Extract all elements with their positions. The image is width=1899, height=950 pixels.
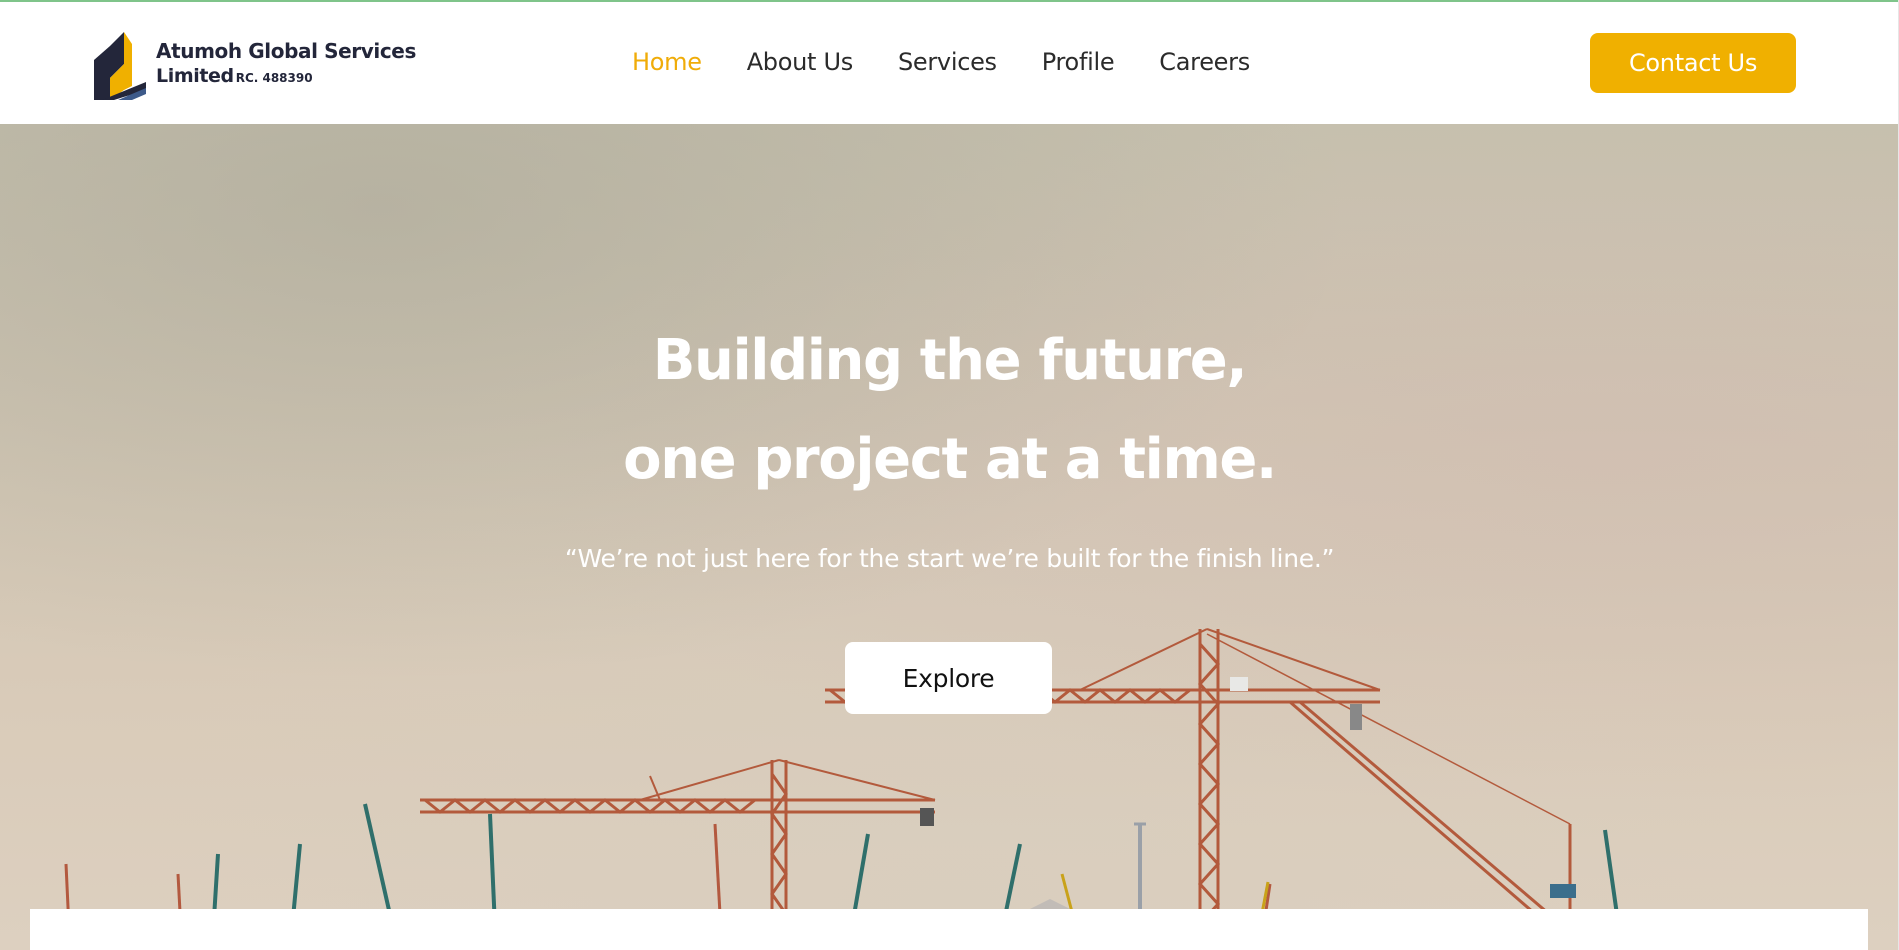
hero-quote: “We’re not just here for the start we’re… [564,544,1335,573]
nav-home[interactable]: Home [632,46,702,78]
nav-about-us[interactable]: About Us [747,46,854,78]
hero-heading-line1: Building the future, [652,328,1248,393]
brand-logo[interactable]: Atumoh Global Services Limited RC. 488390 [88,28,416,100]
building-logo-icon [94,32,146,100]
site-header: Atumoh Global Services Limited RC. 488390… [0,2,1899,124]
hero-section: Building the future, one project at a ti… [0,124,1899,950]
content-card [30,909,1868,950]
construction-cranes-image [64,628,1624,950]
rc-number: RC. 488390 [235,71,313,85]
nav-profile[interactable]: Profile [1042,46,1115,78]
nav-services[interactable]: Services [898,46,997,78]
contact-us-button[interactable]: Contact Us [1590,33,1796,93]
explore-button[interactable]: Explore [845,642,1052,714]
nav-careers[interactable]: Careers [1159,46,1250,78]
main-nav: Home About Us Services Profile Careers [632,46,1250,78]
brand-name-suffix: Limited [156,65,234,87]
brand-name: Atumoh Global Services [156,39,416,63]
page: Atumoh Global Services Limited RC. 488390… [0,0,1899,950]
hero-heading-line2: one project at a time. [623,427,1277,492]
